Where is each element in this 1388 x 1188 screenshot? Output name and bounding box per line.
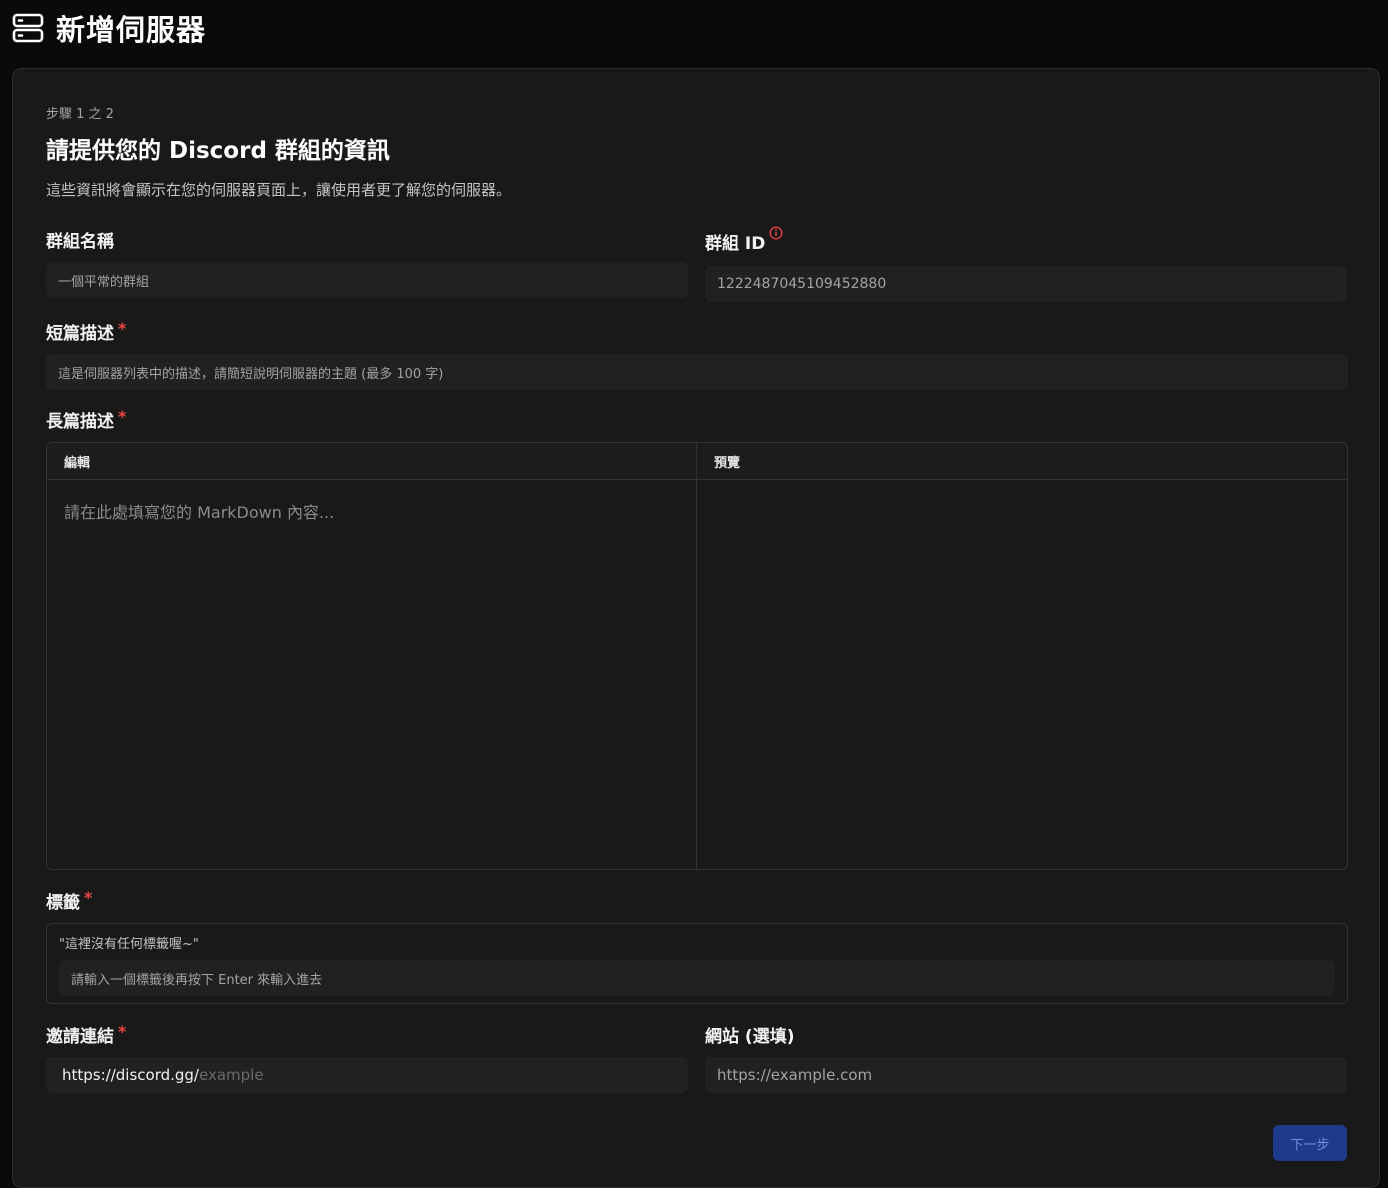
short-description-placeholder: 這是伺服器列表中的描述，請簡短說明伺服器的主題 (最多 100 字) [58,366,444,382]
preview-pane: 預覽 [697,443,1347,869]
required-mark: * [118,1022,127,1041]
short-description-label-text: 短篇描述 [46,324,114,344]
group-id-label-text: 群組 ID [705,234,766,254]
markdown-editor: 編輯 請在此處填寫您的 MarkDown 內容... 預覽 [46,442,1348,870]
invite-link-placeholder: example [199,1066,264,1084]
required-mark: * [118,407,127,426]
invite-link-prefix: https://discord.gg/ [62,1066,199,1084]
group-name-label-text: 群組名稱 [46,232,114,252]
tags-box: "這裡沒有任何標籤喔~" 請輸入一個標籤後再按下 Enter 來輸入進去 [46,923,1348,1004]
editor-pane: 編輯 請在此處填寫您的 MarkDown 內容... [47,443,697,869]
group-id-value: 1222487045109452880 [717,276,887,292]
website-label: 網站 (選填) [705,1022,794,1047]
group-name-input[interactable]: 一個平常的群組 [46,262,688,298]
invite-link-label-text: 邀請連結 [46,1027,114,1047]
website-placeholder: https://example.com [717,1066,873,1084]
markdown-placeholder: 請在此處填寫您的 MarkDown 內容... [64,503,335,522]
invite-link-label: 邀請連結 * [46,1022,126,1047]
info-icon[interactable] [769,226,783,240]
tags-label-text: 標籤 [46,893,80,913]
form-description: 這些資訊將會顯示在您的伺服器頁面上，讓使用者更了解您的伺服器。 [46,181,512,199]
tag-input[interactable]: 請輸入一個標籤後再按下 Enter 來輸入進去 [59,960,1335,996]
tab-preview[interactable]: 預覽 [697,443,1347,480]
short-description-label: 短篇描述 * [46,319,126,344]
markdown-textarea[interactable]: 請在此處填寫您的 MarkDown 內容... [47,480,696,542]
required-mark: * [84,888,93,907]
next-button[interactable]: 下一步 [1273,1125,1347,1161]
page-header: 新增伺服器 [12,8,206,48]
form-heading: 請提供您的 Discord 群組的資訊 [46,138,390,164]
group-id-label: 群組 ID [705,226,783,254]
server-icon [12,13,44,43]
short-description-input[interactable]: 這是伺服器列表中的描述，請簡短說明伺服器的主題 (最多 100 字) [46,354,1348,390]
invite-link-input[interactable]: https://discord.gg/example [46,1057,688,1093]
tags-label: 標籤 * [46,888,92,913]
tags-empty-text: "這裡沒有任何標籤喔~" [59,937,199,952]
required-mark: * [118,319,127,338]
tag-input-placeholder: 請輸入一個標籤後再按下 Enter 來輸入進去 [71,972,323,988]
step-indicator: 步驟 1 之 2 [46,107,114,122]
website-label-text: 網站 (選填) [705,1027,795,1047]
long-description-label-text: 長篇描述 [46,412,114,432]
tab-edit[interactable]: 編輯 [47,443,696,480]
server-form-card: 步驟 1 之 2 請提供您的 Discord 群組的資訊 這些資訊將會顯示在您的… [12,68,1380,1188]
long-description-label: 長篇描述 * [46,407,126,432]
website-input[interactable]: https://example.com [705,1057,1347,1093]
group-name-placeholder: 一個平常的群組 [58,274,150,290]
group-name-label: 群組名稱 [46,227,114,252]
group-id-field[interactable]: 1222487045109452880 [705,266,1347,302]
page-title: 新增伺服器 [56,13,207,47]
